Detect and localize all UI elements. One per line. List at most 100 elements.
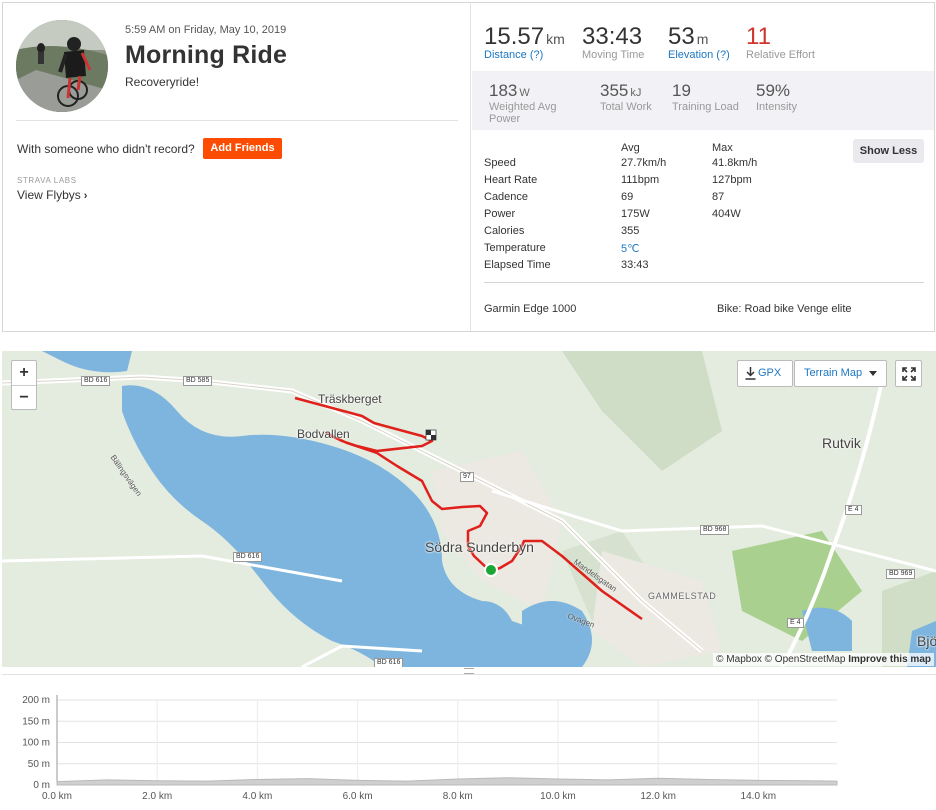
- stat-training-load-value: 19: [672, 81, 691, 100]
- zoom-out-button[interactable]: −: [12, 385, 36, 409]
- detail-avg: 111bpm: [621, 174, 660, 186]
- road-label: E 4: [787, 618, 804, 628]
- y-tick-label: 0 m: [33, 780, 50, 791]
- road-label: E 4: [845, 505, 862, 515]
- add-friends-prompt: With someone who didn't record?: [17, 142, 195, 156]
- stat-total-work-label: Total Work: [600, 101, 652, 113]
- detail-max: 87: [712, 191, 725, 203]
- activity-datetime: 5:59 AM on Friday, May 10, 2019: [125, 24, 287, 36]
- stat-intensity: 59% Intensity: [756, 81, 797, 113]
- stat-weighted-power-value: 183: [489, 81, 518, 100]
- detail-name: Elapsed Time: [484, 259, 551, 271]
- header-divider: [16, 120, 458, 121]
- detail-avg: 175W: [621, 208, 650, 220]
- x-tick-label: 8.0 km: [443, 791, 473, 802]
- x-tick-label: 2.0 km: [142, 791, 172, 802]
- stat-distance-unit: km: [546, 31, 565, 47]
- y-tick-label: 50 m: [28, 759, 50, 770]
- stat-relative-effort-value: 11: [746, 23, 771, 50]
- stat-weighted-power-unit: W: [519, 87, 530, 99]
- road-label: BD 616: [233, 552, 263, 562]
- show-less-button[interactable]: Show Less: [853, 139, 924, 163]
- gpx-label: GPX: [758, 367, 782, 379]
- athlete-avatar[interactable]: [16, 20, 108, 112]
- route-map[interactable]: Träskberget Bodvallen Södra Sunderbyn Ru…: [2, 351, 936, 667]
- detail-name: Cadence: [484, 191, 529, 203]
- road-label: BD 616: [374, 658, 404, 667]
- view-flybys-link[interactable]: View Flybys ›: [17, 188, 87, 202]
- place-label: Bjö: [917, 633, 936, 649]
- elevation-chart: 200 m 150 m 100 m 50 m 0 m 0.0 km 2.0 km 4.0 k…: [22, 695, 838, 802]
- device-name: Garmin Edge 1000: [484, 303, 577, 315]
- y-tick-label: 150 m: [22, 716, 50, 727]
- stat-moving-time-value: 33:43: [582, 23, 643, 50]
- detail-name: Temperature: [484, 242, 546, 254]
- finish-flag-icon: [425, 429, 437, 441]
- x-tick-label: 6.0 km: [343, 791, 373, 802]
- stat-weighted-power-label-1: Weighted Avg: [489, 101, 557, 113]
- stat-training-load-label: Training Load: [672, 101, 739, 113]
- stat-moving-time: 33:43 Moving Time: [582, 23, 644, 61]
- detail-avg: 27.7km/h: [621, 157, 667, 169]
- stat-distance-value: 15.57: [484, 23, 545, 50]
- detail-name: Power: [484, 208, 516, 220]
- cyclist-photo: [16, 20, 108, 112]
- stat-total-work-unit: kJ: [630, 87, 642, 99]
- activity-header: 5:59 AM on Friday, May 10, 2019 Morning …: [3, 3, 471, 331]
- road-label: BD 585: [183, 376, 213, 386]
- stat-relative-effort[interactable]: 11 Relative Effort: [746, 23, 815, 61]
- chevron-right-icon: ›: [83, 190, 88, 202]
- activity-description: Recoveryride!: [125, 75, 200, 89]
- stat-elevation-label[interactable]: Elevation (?): [668, 49, 730, 61]
- place-label: Rutvik: [822, 435, 861, 451]
- fullscreen-button[interactable]: [895, 360, 922, 387]
- road-label: 97: [460, 472, 474, 482]
- place-label: GAMMELSTAD: [648, 591, 717, 601]
- stat-elevation-unit: m: [696, 31, 709, 47]
- stat-training-load: 19 Training Load: [672, 81, 739, 113]
- improve-map-link[interactable]: Improve this map: [848, 654, 931, 665]
- activity-title: Morning Ride: [125, 41, 288, 69]
- x-tick-label: 0.0 km: [42, 791, 72, 802]
- y-tick-label: 200 m: [22, 695, 50, 706]
- add-friends-button[interactable]: Add Friends: [203, 138, 282, 159]
- zoom-controls: + −: [11, 360, 37, 410]
- activity-summary-card: 5:59 AM on Friday, May 10, 2019 Morning …: [2, 2, 935, 332]
- detail-max: 127bpm: [712, 174, 752, 186]
- map-type-dropdown[interactable]: Terrain Map: [794, 360, 887, 387]
- detail-name: Speed: [484, 157, 516, 169]
- detail-max: 404W: [712, 208, 741, 220]
- activity-stats: 15.57 km Distance (?) 33:43 Moving Time 5…: [472, 3, 934, 331]
- road-label: BD 968: [700, 525, 730, 535]
- place-label: Södra Sunderbyn: [425, 539, 534, 555]
- y-tick-label: 100 m: [22, 738, 50, 749]
- x-tick-label: 14.0 km: [741, 791, 777, 802]
- details-col-max: Max: [712, 142, 733, 154]
- elevation-profile[interactable]: 200 m 150 m 100 m 50 m 0 m 0.0 km 2.0 km 4.0 k…: [2, 674, 936, 810]
- details-col-avg: Avg: [621, 142, 640, 154]
- stat-distance-label[interactable]: Distance (?): [484, 49, 565, 61]
- place-label: Träskberget: [318, 392, 382, 406]
- zoom-in-button[interactable]: +: [12, 361, 36, 385]
- road-label: BD 969: [886, 569, 916, 579]
- gpx-download-button[interactable]: GPX: [737, 360, 793, 387]
- detail-max: 41.8km/h: [712, 157, 758, 169]
- detail-avg: 355: [621, 225, 640, 237]
- stat-moving-time-label: Moving Time: [582, 49, 645, 61]
- details-divider: [484, 282, 924, 283]
- map-attribution: © Mapbox © OpenStreetMap Improve this ma…: [713, 653, 934, 666]
- attribution-text[interactable]: © Mapbox © OpenStreetMap: [716, 654, 845, 665]
- stat-intensity-label: Intensity: [756, 101, 797, 113]
- detail-avg: 33:43: [621, 259, 649, 271]
- road-label: BD 616: [81, 376, 111, 386]
- x-tick-label: 12.0 km: [640, 791, 676, 802]
- detail-avg: 69: [621, 191, 634, 203]
- secondary-stats: 183 W Weighted Avg Power 355 kJ Total Work…: [472, 71, 934, 130]
- stat-distance: 15.57 km Distance (?): [484, 23, 565, 61]
- download-icon: [745, 367, 756, 380]
- detail-avg[interactable]: 5℃: [621, 242, 639, 255]
- stat-elevation-value: 53: [668, 23, 695, 50]
- elevation-area: [56, 777, 838, 786]
- caret-down-icon: [869, 371, 877, 376]
- x-tick-label: 4.0 km: [242, 791, 272, 802]
